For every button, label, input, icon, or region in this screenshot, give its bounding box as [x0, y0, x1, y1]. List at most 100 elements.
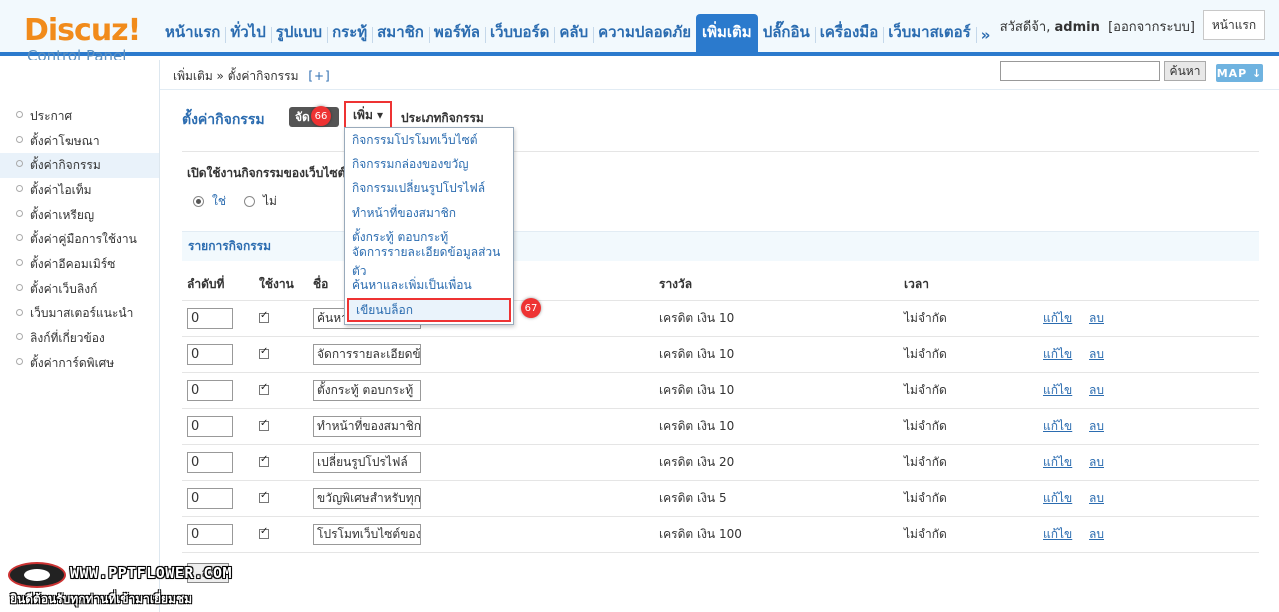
nav-tools[interactable]: เครื่องมือ — [814, 14, 883, 52]
nav-forum[interactable]: เว็บบอร์ด — [484, 14, 554, 52]
time-text: ไม่จำกัด — [904, 347, 947, 361]
nav-home[interactable]: หน้าแรก — [160, 14, 225, 52]
name-input[interactable]: เปลี่ยนรูปโปรไฟล์ — [313, 452, 421, 473]
edit-link[interactable]: แก้ไข — [1043, 311, 1072, 325]
reward-text: เครดิต เงิน 10 — [659, 419, 735, 433]
sidebar-item-related-links[interactable]: ลิงก์ที่เกี่ยวข้อง — [0, 326, 159, 351]
search-input[interactable] — [1000, 61, 1160, 81]
order-input[interactable]: 0 — [187, 344, 233, 365]
logo-main-text: Discuz! — [24, 13, 141, 48]
edit-link[interactable]: แก้ไข — [1043, 419, 1072, 433]
order-input[interactable]: 0 — [187, 416, 233, 437]
dropdown-item-gift-box[interactable]: กิจกรรมกล่องของขวัญ — [345, 152, 513, 176]
sidebar-item-announcement[interactable]: ประกาศ — [0, 104, 159, 129]
dropdown-item-avatar[interactable]: กิจกรรมเปลี่ยนรูปโปรไฟล์ — [345, 177, 513, 201]
top-navigation: หน้าแรก ทั่วไป รูปแบบ กระทู้ สมาชิก พอร์… — [160, 14, 995, 52]
name-input[interactable]: โปรโมทเว็บไซต์ของคุณ — [313, 524, 421, 545]
sidebar-item-tasks[interactable]: ตั้งค่ากิจกรรม — [0, 153, 159, 179]
radio-no[interactable] — [244, 196, 256, 207]
order-input[interactable]: 0 — [187, 488, 233, 509]
sidebar-item-weblinks[interactable]: ตั้งค่าเว็บลิงก์ — [0, 277, 159, 302]
name-input[interactable]: ขวัญพิเศษสำหรับทุกคน — [313, 488, 421, 509]
name-input[interactable]: จัดการรายละเอียดข้อมูลส่วนตัว — [313, 344, 421, 365]
table-row: 0 ตั้งกระทู้ ตอบกระทู้ เครดิต เงิน 10 ไม… — [182, 373, 1259, 409]
dropdown-item-promotion[interactable]: กิจกรรมโปรโมทเว็บไซต์ — [345, 128, 513, 152]
user-bar: สวัสดีจ้า, admin [ออกจากระบบ] — [1000, 16, 1195, 37]
sidebar-item-medals[interactable]: ตั้งค่าเหรียญ — [0, 203, 159, 228]
nav-style[interactable]: รูปแบบ — [270, 14, 327, 52]
order-input[interactable]: 0 — [187, 452, 233, 473]
time-text: ไม่จำกัด — [904, 455, 947, 469]
nav-members[interactable]: สมาชิก — [372, 14, 429, 52]
edit-link[interactable]: แก้ไข — [1043, 455, 1072, 469]
tab-add-dropdown[interactable]: เพิ่ม ▾ — [344, 101, 392, 129]
time-text: ไม่จำกัด — [904, 383, 947, 397]
breadcrumb-text: เพิ่มเติม » ตั้งค่ากิจกรรม — [173, 69, 299, 83]
nav-threads[interactable]: กระทู้ — [327, 14, 372, 52]
enable-checkbox[interactable] — [259, 418, 269, 431]
edit-link[interactable]: แก้ไข — [1043, 347, 1072, 361]
enable-radio-group: ใช่ ไม่ — [193, 192, 277, 211]
sidebar-item-ads[interactable]: ตั้งค่าโฆษณา — [0, 129, 159, 154]
header-time: เวลา — [904, 277, 929, 291]
order-input[interactable]: 0 — [187, 380, 233, 401]
enable-checkbox[interactable] — [259, 310, 269, 323]
sidebar-item-recommend[interactable]: เว็บมาสเตอร์แนะนำ — [0, 302, 159, 327]
delete-link[interactable]: ลบ — [1089, 527, 1104, 541]
watermark: WWW.PPTFLOWER.COM ยินดีต้อนรับทุกท่านที่… — [8, 560, 238, 608]
logout-link[interactable]: [ออกจากระบบ] — [1108, 20, 1195, 35]
sidebar-item-ecommerce[interactable]: ตั้งค่าอีคอมเมิร์ซ — [0, 252, 159, 277]
nav-club[interactable]: คลับ — [554, 14, 593, 52]
delete-link[interactable]: ลบ — [1089, 311, 1104, 325]
delete-link[interactable]: ลบ — [1089, 347, 1104, 361]
dropdown-item-blog[interactable]: เขียนบล็อก — [347, 298, 511, 323]
dropdown-item-profile[interactable]: จัดการรายละเอียดข้อมูลส่วนตัว — [345, 245, 513, 278]
edit-link[interactable]: แก้ไข — [1043, 527, 1072, 541]
radio-yes[interactable] — [193, 196, 204, 207]
enable-checkbox[interactable] — [259, 490, 269, 503]
sidebar-item-items[interactable]: ตั้งค่าไอเท็ม — [0, 178, 159, 203]
watermark-logo-icon — [8, 562, 66, 588]
enable-checkbox[interactable] — [259, 346, 269, 359]
header-reward: รางวัล — [659, 277, 693, 291]
enable-checkbox[interactable] — [259, 454, 269, 467]
nav-more-icon[interactable]: » — [975, 14, 996, 52]
sidebar-item-help[interactable]: ตั้งค่าคู่มือการใช้งาน — [0, 227, 159, 252]
delete-link[interactable]: ลบ — [1089, 455, 1104, 469]
name-input[interactable]: ทำหน้าที่ของสมาชิก — [313, 416, 421, 437]
reward-text: เครดิต เงิน 10 — [659, 311, 735, 325]
table-row: 0 โปรโมทเว็บไซต์ของคุณ เครดิต เงิน 100 ไ… — [182, 517, 1259, 553]
delete-link[interactable]: ลบ — [1089, 419, 1104, 433]
nav-extended[interactable]: เพิ่มเติม — [696, 14, 758, 52]
table-row: 0 เปลี่ยนรูปโปรไฟล์ เครดิต เงิน 20 ไม่จำ… — [182, 445, 1259, 481]
home-button[interactable]: หน้าแรก — [1203, 10, 1265, 40]
radio-yes-label: ใช่ — [212, 194, 227, 208]
nav-webmaster[interactable]: เว็บมาสเตอร์ — [883, 14, 975, 52]
nav-portal[interactable]: พอร์ทัล — [428, 14, 485, 52]
breadcrumb: เพิ่มเติม » ตั้งค่ากิจกรรม [+] — [173, 67, 331, 86]
delete-link[interactable]: ลบ — [1089, 383, 1104, 397]
name-input[interactable]: ตั้งกระทู้ ตอบกระทู้ — [313, 380, 421, 401]
nav-plugins[interactable]: ปลั๊กอิน — [758, 14, 815, 52]
nav-general[interactable]: ทั่วไป — [225, 14, 270, 52]
order-input[interactable]: 0 — [187, 308, 233, 329]
step-badge-66: 66 — [311, 106, 331, 126]
tab-task-types[interactable]: ประเภทกิจกรรม — [401, 109, 484, 128]
map-button[interactable]: MAP ↓ — [1216, 64, 1263, 82]
order-input[interactable]: 0 — [187, 524, 233, 545]
reward-text: เครดิต เงิน 20 — [659, 455, 735, 469]
enable-checkbox[interactable] — [259, 526, 269, 539]
edit-link[interactable]: แก้ไข — [1043, 491, 1072, 505]
add-shortcut-link[interactable]: [+] — [308, 69, 330, 83]
add-task-dropdown-menu: กิจกรรมโปรโมทเว็บไซต์ กิจกรรมกล่องของขวั… — [344, 127, 514, 325]
watermark-url: WWW.PPTFLOWER.COM — [70, 564, 233, 582]
discuz-logo[interactable]: Discuz! Control Panel — [24, 13, 141, 66]
edit-link[interactable]: แก้ไข — [1043, 383, 1072, 397]
dropdown-item-member-duty[interactable]: ทำหน้าที่ของสมาชิก — [345, 201, 513, 225]
enable-checkbox[interactable] — [259, 382, 269, 395]
sidebar-item-magic-cards[interactable]: ตั้งค่าการ์ดพิเศษ — [0, 351, 159, 376]
delete-link[interactable]: ลบ — [1089, 491, 1104, 505]
sidebar-menu: ประกาศ ตั้งค่าโฆษณา ตั้งค่ากิจกรรม ตั้งค… — [0, 60, 159, 376]
nav-security[interactable]: ความปลอดภัย — [593, 14, 696, 52]
search-button[interactable]: ค้นหา — [1164, 61, 1206, 81]
